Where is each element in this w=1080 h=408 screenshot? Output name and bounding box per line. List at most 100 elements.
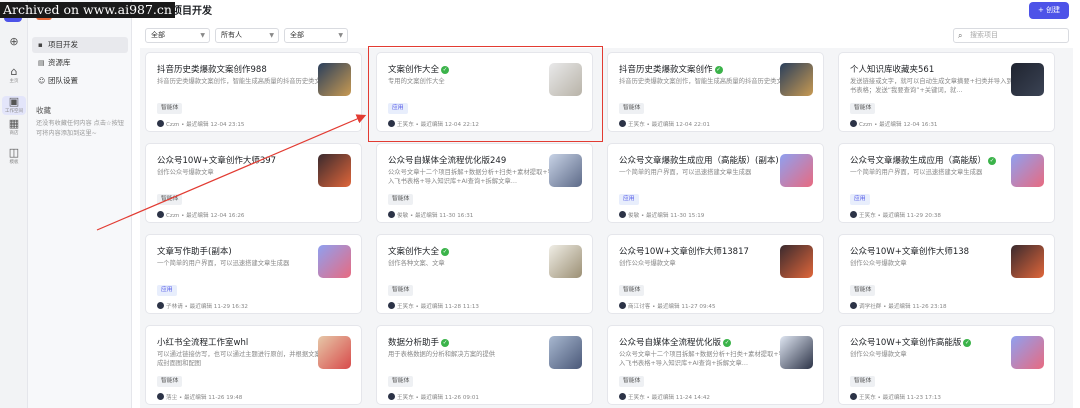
project-card[interactable]: 公众号文章爆款生成应用（高能版）(副本) 一个简单的用户界面，可以迅速搭建文章生成… (607, 143, 824, 223)
card-title-text: 公众号10W+文章创作高能版 (850, 338, 962, 348)
card-meta: Czzn • 最近编辑 12-04 16:31 (859, 122, 938, 128)
card-thumbnail (549, 336, 582, 369)
card-type-badge: 智能体 (157, 376, 183, 387)
avatar (388, 302, 395, 309)
chevron-down-icon: ▼ (269, 32, 274, 39)
card-description: 创作公众号爆款文章 (850, 351, 907, 358)
avatar (157, 302, 164, 309)
card-type-badge: 智能体 (388, 194, 414, 205)
project-card[interactable]: 公众号自媒体全流程优化版249 公众号文章十二个项目拆解+数据分析+扫类+素材提取… (376, 143, 593, 223)
card-type-badge: 智能体 (850, 285, 876, 296)
template-icon: ◫ (8, 146, 20, 159)
avatar (850, 393, 857, 400)
card-title-text: 公众号10W+文章创作大师138 (850, 247, 970, 257)
project-card[interactable]: 公众号文章爆款生成应用（高能版） ✓ 一个简单的用户界面，可以迅速搭建文章生成器 应用… (838, 143, 1055, 223)
project-card[interactable]: 小红书全流程工作室whl 可以通过链接仿写，也可以通过主题进行原创，并根据文案生成… (145, 325, 362, 405)
filter-value: 所有人 (221, 31, 242, 39)
rail-label: 模板 (9, 159, 19, 165)
project-card[interactable]: 个人知识库收藏夹561 发送链接或文字，就可以自动生成文章摘要+扫类并导入到飞书表… (838, 52, 1055, 132)
rail-item-4[interactable]: ◫ 模板 (2, 147, 26, 166)
card-type-badge: 应用 (388, 103, 408, 114)
card-title: 公众号10W+文章创作大师397 (157, 154, 317, 166)
rail-item-3[interactable]: ▦ 商店 (2, 118, 26, 137)
card-title-text: 抖音历史类爆款文案创作 (619, 65, 713, 75)
card-description: 公众号文章十二个项目拆解+数据分析+扫类+素材提取+导入飞书表格+导入知识库+A… (388, 169, 554, 185)
card-type-badge: 智能体 (619, 103, 645, 114)
card-thumbnail (1011, 245, 1044, 278)
card-title-text: 文案创作大全 (388, 247, 440, 257)
create-button[interactable]: + 创建 (1029, 2, 1069, 19)
project-card[interactable]: 数据分析助手 ✓ 用于表格数据的分析和解决方案的提供 智能体 王笑东 • 最近编辑 11… (376, 325, 593, 405)
project-card[interactable]: 公众号10W+文章创作大师13817 创作公众号爆款文章 智能体 商江讨客 • 最近编… (607, 234, 824, 314)
avatar (388, 393, 395, 400)
card-title: 公众号自媒体全流程优化版249 (388, 154, 548, 166)
avatar (388, 120, 395, 127)
project-card[interactable]: 公众号10W+文章创作大师397 创作公众号爆款文章 智能体 Czzn • 最近编辑 … (145, 143, 362, 223)
favorites-title: 收藏 (36, 106, 51, 115)
card-thumbnail (1011, 63, 1044, 96)
card-type-badge: 智能体 (388, 376, 414, 387)
sidebar-item-projects[interactable]: ▪ 项目开发 (32, 37, 128, 53)
sidebar-item-library[interactable]: ▤ 资源库 (32, 55, 128, 71)
card-title: 小红书全流程工作室whl (157, 336, 317, 348)
verified-icon: ✓ (723, 339, 732, 347)
type-filter[interactable]: 全部 ▼ (145, 28, 210, 43)
card-title: 公众号10W+文章创作大师138 (850, 245, 1010, 257)
project-card[interactable]: 公众号自媒体全流程优化版 ✓ 公众号文章十二个项目拆解+数据分析+扫类+素材提取+导… (607, 325, 824, 405)
card-description: 用于表格数据的分析和解决方案的提供 (388, 351, 496, 358)
team-icon: ☺ (38, 77, 46, 85)
card-description: 一个简单的用户界面，可以迅速搭建文章生成器 (619, 169, 752, 176)
card-title: 文案创作大全 ✓ (388, 63, 548, 75)
sidebar-item-label: 项目开发 (48, 40, 78, 49)
card-title-text: 公众号10W+文章创作大师397 (157, 156, 277, 166)
card-description: 创作公众号爆款文章 (157, 169, 214, 176)
filter-value: 全部 (290, 31, 304, 39)
card-footer: 王笑东 • 最近编辑 11-23 17:13 (850, 393, 941, 401)
card-description: 创作公众号爆款文章 (619, 260, 676, 267)
sidebar-item-label: 团队设置 (48, 76, 78, 85)
rail-item-1[interactable]: ⌂ 主页 (2, 66, 26, 85)
card-footer: Czzn • 最近编辑 12-04 16:31 (850, 120, 938, 128)
card-title-text: 公众号文章爆款生成应用（高能版） (850, 156, 987, 166)
card-title: 个人知识库收藏夹561 (850, 63, 1010, 75)
rail-label: 主页 (9, 78, 19, 84)
sidebar-item-team[interactable]: ☺ 团队设置 (32, 73, 128, 89)
status-filter[interactable]: 全部 ▼ (284, 28, 348, 43)
rail-item-2[interactable]: ▣ 工作空间 (2, 96, 26, 115)
verified-icon: ✓ (441, 339, 450, 347)
card-thumbnail (318, 245, 351, 278)
add-icon: ⊕ (9, 35, 19, 48)
search-placeholder: 搜索项目 (970, 31, 998, 39)
project-card[interactable]: 文案创作大全 ✓ 创作各种文案、文章 智能体 王笑东 • 最近编辑 11-28 11:1… (376, 234, 593, 314)
card-title-text: 公众号自媒体全流程优化版 (619, 338, 722, 348)
project-card[interactable]: 抖音历史类爆款文案创作988 抖音历史类爆款文案创作，智能生成高质量的抖音历史类文… (145, 52, 362, 132)
avatar (850, 211, 857, 218)
sidebar-item-label: 资源库 (48, 58, 71, 67)
card-title: 公众号10W+文章创作大师13817 (619, 245, 779, 257)
rail-item-0[interactable]: ⊕ (2, 36, 26, 48)
project-card[interactable]: 文案创作大全 ✓ 专用的文案创作大全 应用 王笑东 • 最近编辑 12-04 22:12 (376, 52, 593, 132)
project-card[interactable]: 抖音历史类爆款文案创作 ✓ 抖音历史类爆款文案创作，智能生成高质量的抖音历史类文案智… (607, 52, 824, 132)
card-type-badge: 智能体 (850, 376, 876, 387)
card-thumbnail (318, 63, 351, 96)
project-card[interactable]: 公众号10W+文章创作高能版 ✓ 创作公众号爆款文章 智能体 王笑东 • 最近编辑 11… (838, 325, 1055, 405)
card-title-text: 数据分析助手 (388, 338, 440, 348)
search-input[interactable]: ⌕ 搜索项目 (953, 28, 1069, 43)
card-description: 创作公众号爆款文章 (850, 260, 907, 267)
card-thumbnail (780, 63, 813, 96)
card-thumbnail (549, 245, 582, 278)
card-title: 文章写作助手(副本) (157, 245, 317, 257)
card-meta: 调学社群 • 最近编辑 11-26 23:18 (859, 304, 947, 310)
card-description: 发送链接或文字，就可以自动生成文章摘要+扫类并导入到飞书表格；发送“我要查询”+… (850, 78, 1019, 94)
card-footer: 子林请 • 最近编辑 11-29 16:32 (157, 302, 248, 310)
card-footer: Czzn • 最近编辑 12-04 16:26 (157, 211, 245, 219)
card-meta: 王笑东 • 最近编辑 12-04 22:12 (397, 122, 479, 128)
card-title: 公众号文章爆款生成应用（高能版） ✓ (850, 154, 1010, 166)
avatar (157, 211, 164, 218)
card-footer: 商江讨客 • 最近编辑 11-27 09:45 (619, 302, 716, 310)
project-card[interactable]: 文章写作助手(副本) 一个简单的用户界面，可以迅速搭建文章生成器 应用 子林请 • 最… (145, 234, 362, 314)
workspace-sidebar: ▪ 项目开发 ▤ 资源库 ☺ 团队设置 收藏 还没有收藏任何内容 点击☆按钮可将内容添… (28, 0, 132, 408)
owner-filter[interactable]: 所有人 ▼ (215, 28, 279, 43)
project-card[interactable]: 公众号10W+文章创作大师138 创作公众号爆款文章智能体调学社群 • 最近编辑 … (838, 234, 1055, 314)
card-thumbnail (1011, 154, 1044, 187)
